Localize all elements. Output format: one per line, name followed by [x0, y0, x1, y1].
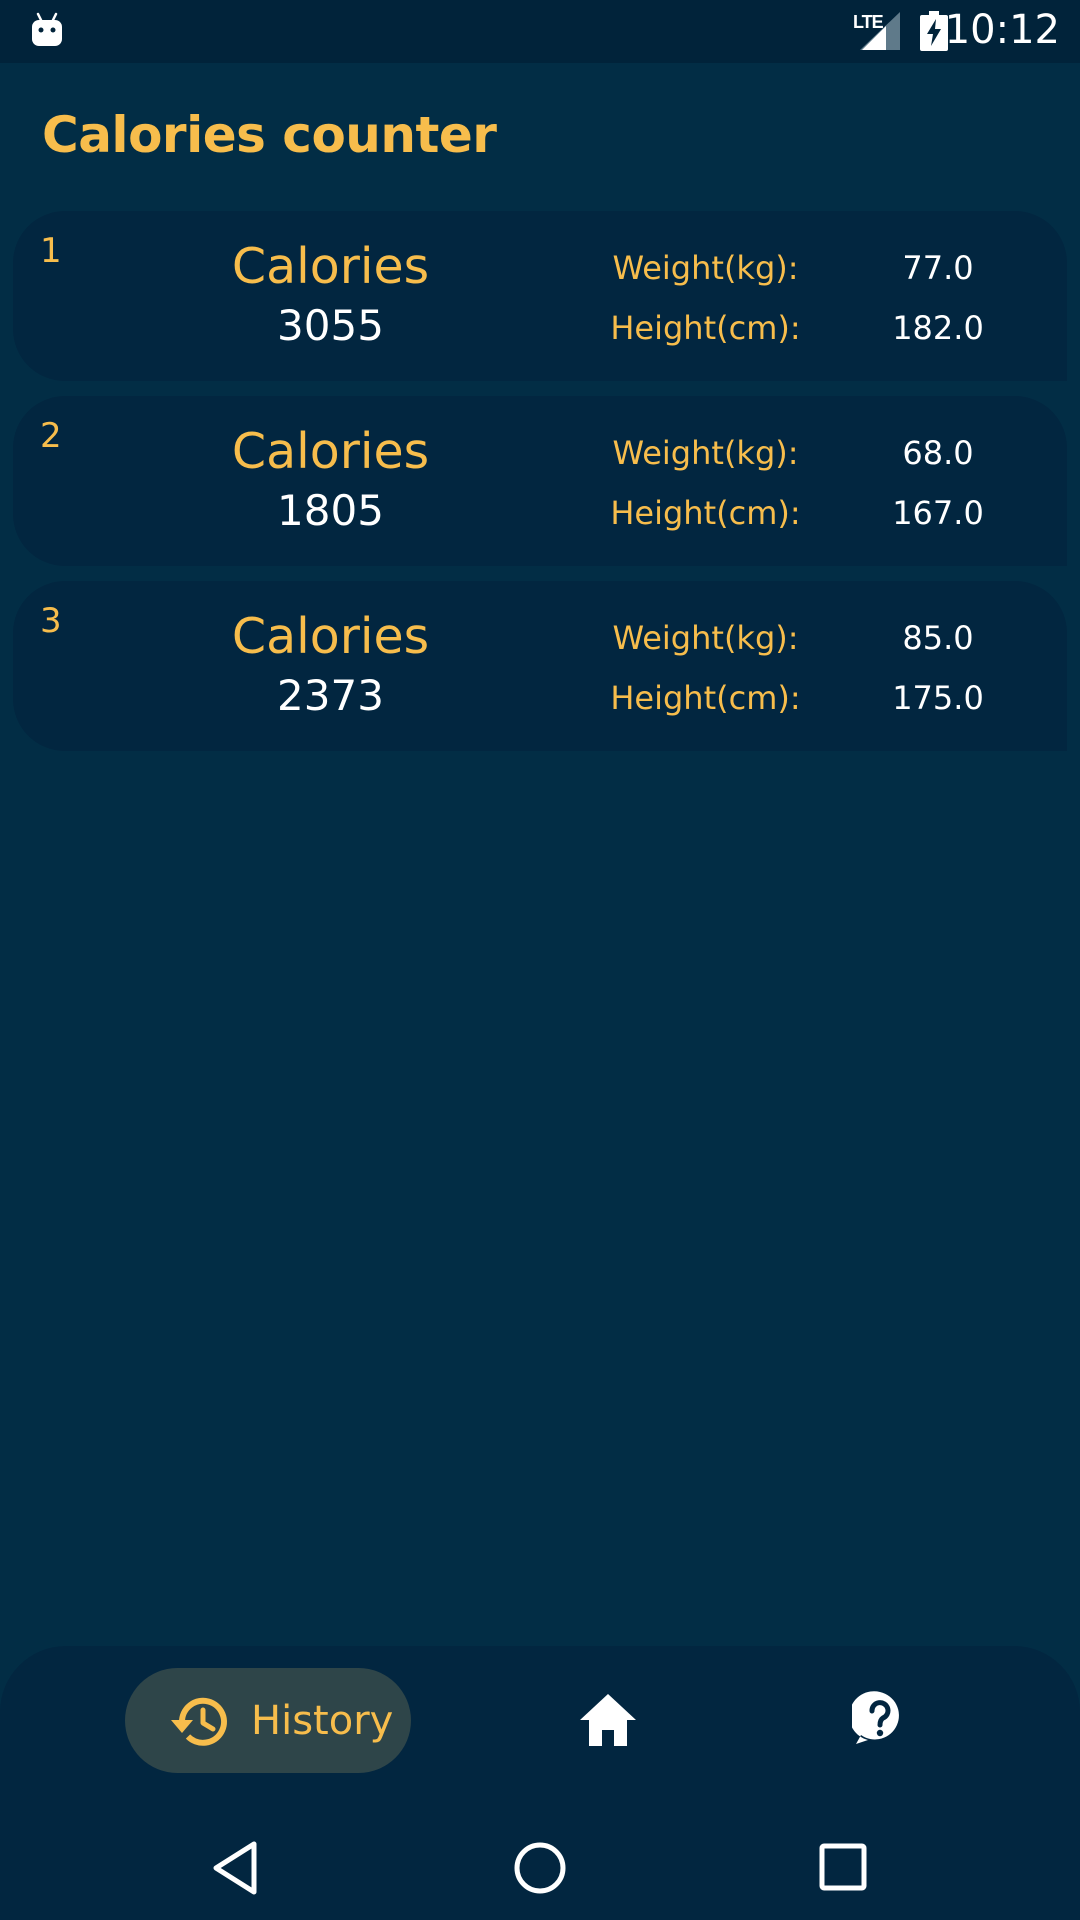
android-debug-icon	[32, 12, 62, 46]
weight-value: 77.0	[902, 249, 974, 287]
history-list: 1 Calories 3055 Weight(kg): 77.0 Height(…	[13, 211, 1067, 766]
signal-icon	[860, 12, 900, 50]
card-index: 2	[40, 416, 62, 456]
height-label: Height(cm):	[610, 309, 801, 347]
calories-label: Calories	[231, 608, 430, 665]
height-label: Height(cm):	[610, 494, 801, 532]
height-label: Height(cm):	[610, 679, 801, 717]
height-value: 175.0	[892, 679, 984, 717]
back-icon[interactable]	[210, 1840, 260, 1896]
calories-value: 3055	[277, 301, 384, 350]
status-time: 10:12	[944, 7, 1060, 53]
status-bar: LTE 10:12	[0, 0, 1080, 63]
nav-history-label: History	[251, 1698, 394, 1744]
history-card[interactable]: 1 Calories 3055 Weight(kg): 77.0 Height(…	[13, 211, 1067, 381]
history-card[interactable]: 2 Calories 1805 Weight(kg): 68.0 Height(…	[13, 396, 1067, 566]
weight-label: Weight(kg):	[612, 249, 799, 287]
page-title: Calories counter	[42, 106, 497, 164]
weight-label: Weight(kg):	[612, 619, 799, 657]
system-navigation-bar	[0, 1810, 1080, 1920]
home-circle-icon[interactable]	[512, 1840, 568, 1896]
help-icon[interactable]	[852, 1690, 908, 1746]
weight-value: 68.0	[902, 434, 974, 472]
calories-label: Calories	[231, 423, 430, 480]
card-index: 1	[40, 231, 62, 271]
height-value: 182.0	[892, 309, 984, 347]
recents-icon[interactable]	[818, 1842, 868, 1892]
calories-value: 1805	[277, 486, 384, 535]
calories-value: 2373	[277, 671, 384, 720]
calories-label: Calories	[231, 238, 430, 295]
card-index: 3	[40, 601, 62, 641]
height-value: 167.0	[892, 494, 984, 532]
nav-history-button[interactable]: History	[125, 1668, 411, 1773]
weight-value: 85.0	[902, 619, 974, 657]
bottom-navigation: History	[0, 1646, 1080, 1810]
history-icon	[171, 1697, 227, 1746]
home-icon[interactable]	[578, 1692, 638, 1748]
history-card[interactable]: 3 Calories 2373 Weight(kg): 85.0 Height(…	[13, 581, 1067, 751]
weight-label: Weight(kg):	[612, 434, 799, 472]
